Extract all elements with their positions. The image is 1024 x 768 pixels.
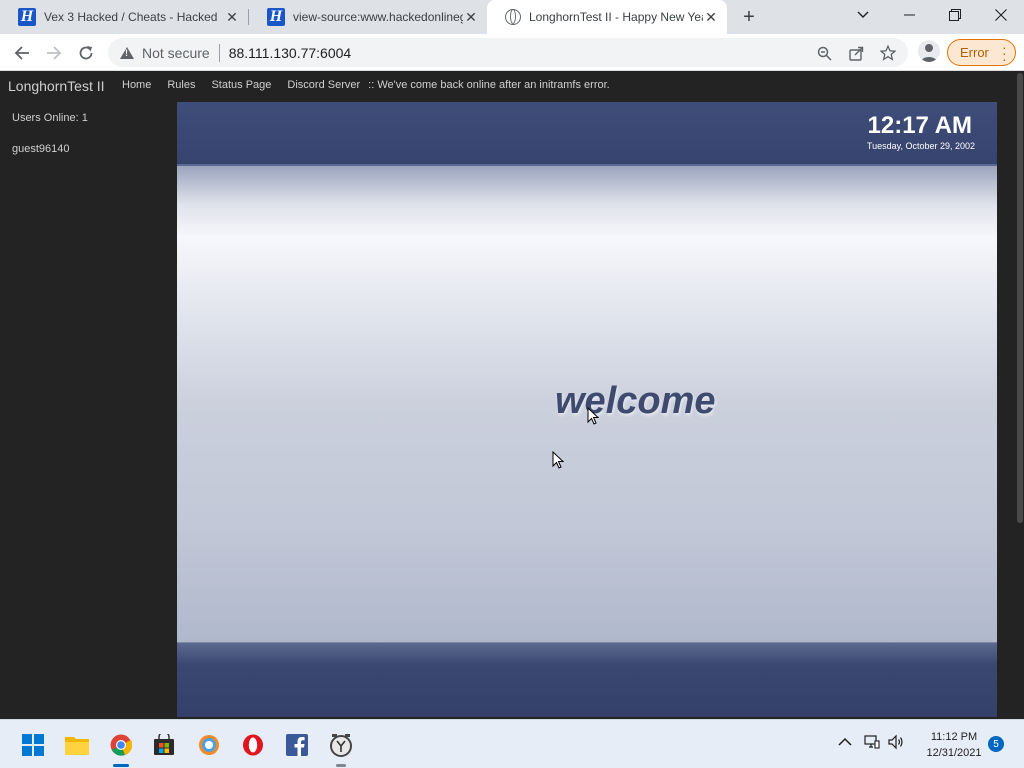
volume-icon[interactable]	[888, 734, 904, 753]
browser-toolbar: Not secure 88.111.130.77:6004 Error ···	[0, 34, 1024, 71]
reload-button[interactable]	[72, 39, 100, 67]
url-divider	[218, 43, 220, 62]
warning-icon[interactable]	[120, 46, 134, 59]
close-window-button[interactable]	[978, 0, 1024, 30]
close-icon[interactable]: ✕	[463, 9, 479, 25]
new-tab-button[interactable]: +	[737, 5, 761, 29]
page-scrollbar[interactable]	[1016, 71, 1024, 531]
welcome-text: welcome	[555, 380, 716, 422]
site-title[interactable]: LonghornTest II	[8, 78, 105, 94]
network-icon[interactable]	[864, 734, 880, 753]
tab-search-button[interactable]	[840, 0, 886, 30]
restore-icon	[949, 9, 961, 21]
taskbar-time: 11:12 PM	[930, 731, 978, 743]
nav-link-home[interactable]: Home	[122, 79, 151, 91]
top-navigation: Home Rules Status Page Discord Server ::…	[122, 79, 610, 91]
welcome-panel: welcome	[177, 166, 997, 642]
taskbar-date: 12/31/2021	[926, 747, 982, 759]
windows-start-icon[interactable]	[20, 732, 46, 758]
share-icon[interactable]	[847, 44, 865, 62]
login-date: Tuesday, October 29, 2002	[866, 141, 975, 151]
zoom-icon[interactable]	[815, 44, 833, 62]
login-header-bar: 12:17 AM Tuesday, October 29, 2002	[177, 102, 997, 166]
taskbar: 11:12 PM 12/31/2021 5	[0, 719, 1024, 768]
error-label: Error	[960, 45, 989, 60]
scrollbar-thumb[interactable]	[1017, 73, 1023, 523]
security-status[interactable]: Not secure	[142, 45, 210, 61]
nav-link-status[interactable]: Status Page	[211, 79, 271, 91]
tab-strip: H Vex 3 Hacked / Cheats - Hacked ✕ H vie…	[0, 0, 1024, 34]
mouse-cursor-icon	[552, 451, 564, 469]
tab-title: Vex 3 Hacked / Cheats - Hacked	[44, 10, 218, 24]
sync-app-icon[interactable]	[196, 732, 222, 758]
arrow-left-icon	[14, 46, 29, 60]
nav-link-discord[interactable]: Discord Server	[287, 79, 360, 91]
minimize-button[interactable]	[886, 0, 932, 30]
tab-title: view-source:www.hackedonlineg	[293, 10, 463, 24]
facebook-icon[interactable]	[284, 732, 310, 758]
users-online-count: Users Online: 1	[12, 112, 88, 124]
forward-button[interactable]	[40, 39, 68, 67]
reload-icon	[79, 46, 93, 60]
browser-tab-1[interactable]: H Vex 3 Hacked / Cheats - Hacked ✕	[0, 0, 248, 34]
login-clock: 12:17 AM	[867, 112, 972, 139]
restore-button[interactable]	[932, 0, 978, 30]
announcement-text: :: We've come back online after an initr…	[368, 79, 610, 91]
arrow-right-icon	[47, 46, 62, 60]
running-indicator	[113, 764, 129, 767]
url-text[interactable]: 88.111.130.77:6004	[229, 45, 352, 61]
close-icon	[995, 9, 1007, 21]
longhorn-vm-screen[interactable]: 12:17 AM Tuesday, October 29, 2002 welco…	[177, 102, 997, 717]
microsoft-store-icon[interactable]	[151, 732, 177, 758]
globe-icon	[505, 9, 521, 25]
chevron-up-icon[interactable]	[838, 734, 852, 750]
chrome-icon[interactable]	[108, 732, 134, 758]
minimize-icon	[903, 14, 915, 16]
browser-tab-3-active[interactable]: LonghornTest II - Happy New Yea ✕	[487, 0, 727, 34]
error-button[interactable]: Error · · ·	[947, 39, 1016, 66]
star-icon[interactable]	[879, 44, 897, 62]
web-page: LonghornTest II Home Rules Status Page D…	[0, 71, 1024, 719]
close-icon[interactable]: ✕	[703, 9, 719, 25]
file-explorer-icon[interactable]	[64, 732, 90, 758]
tab-title: LonghornTest II - Happy New Yea	[529, 10, 703, 24]
h-favicon-icon: H	[267, 8, 285, 26]
running-indicator	[336, 764, 346, 767]
address-bar[interactable]: Not secure 88.111.130.77:6004	[108, 38, 908, 67]
nav-link-rules[interactable]: Rules	[167, 79, 195, 91]
user-list-item[interactable]: guest96140	[12, 143, 70, 155]
mouse-cursor-icon	[587, 407, 599, 425]
close-icon[interactable]: ✕	[224, 9, 240, 25]
back-button[interactable]	[8, 39, 36, 67]
profile-avatar[interactable]	[918, 40, 940, 62]
opera-icon[interactable]	[240, 732, 266, 758]
login-footer-bar	[177, 642, 997, 717]
h-favicon-icon: H	[18, 8, 36, 26]
chevron-down-icon	[857, 11, 869, 18]
notification-badge[interactable]: 5	[988, 736, 1004, 752]
taskbar-clock[interactable]: 11:12 PM 12/31/2021	[920, 729, 988, 761]
clock-app-icon[interactable]	[328, 732, 354, 758]
more-vertical-icon: · · ·	[1002, 39, 1007, 67]
browser-tab-2[interactable]: H view-source:www.hackedonlineg ✕	[249, 0, 487, 34]
